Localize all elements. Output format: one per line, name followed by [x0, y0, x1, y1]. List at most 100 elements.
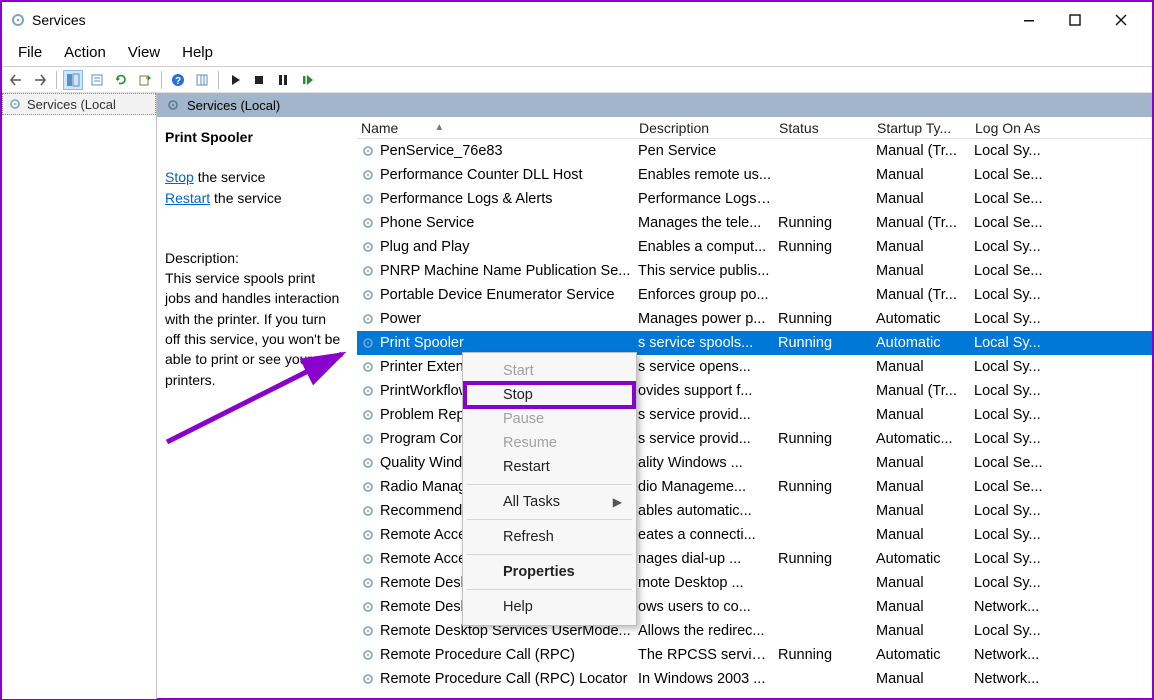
ctx-all-tasks[interactable]: All Tasks▶	[465, 490, 634, 514]
maximize-button[interactable]	[1052, 4, 1098, 36]
service-description: Enables a comput...	[635, 239, 775, 255]
service-log-on-as: Local Sy...	[971, 527, 1061, 543]
menu-view[interactable]: View	[118, 41, 170, 64]
service-name: PNRP Machine Name Publication Se...	[380, 263, 630, 279]
description-text: This service spools print jobs and handl…	[165, 268, 343, 390]
columns-button[interactable]	[192, 70, 212, 90]
menu-help[interactable]: Help	[172, 41, 223, 64]
service-log-on-as: Local Se...	[971, 455, 1061, 471]
service-name: Radio Manage	[380, 479, 474, 495]
ctx-restart[interactable]: Restart	[465, 455, 634, 479]
service-row[interactable]: PowerManages power p...RunningAutomaticL…	[357, 307, 1152, 331]
minimize-button[interactable]	[1006, 4, 1052, 36]
service-name: Recommende	[380, 503, 470, 519]
service-name: Remote Procedure Call (RPC)	[380, 647, 575, 663]
service-log-on-as: Local Sy...	[971, 431, 1061, 447]
help-button[interactable]: ?	[168, 70, 188, 90]
context-menu: Start Stop Pause Resume Restart All Task…	[462, 352, 637, 626]
stop-service-button[interactable]	[249, 70, 269, 90]
gear-icon	[360, 431, 376, 447]
service-startup-type: Manual	[873, 191, 971, 207]
col-description[interactable]: Description	[635, 117, 775, 138]
service-row[interactable]: Performance Logs & AlertsPerformance Log…	[357, 187, 1152, 211]
refresh-button[interactable]	[111, 70, 131, 90]
back-button[interactable]	[6, 70, 26, 90]
titlebar: Services	[2, 2, 1152, 38]
ctx-help[interactable]: Help	[465, 595, 634, 619]
service-log-on-as: Local Se...	[971, 215, 1061, 231]
menu-action[interactable]: Action	[54, 41, 116, 64]
service-name: Performance Counter DLL Host	[380, 167, 583, 183]
service-log-on-as: Local Sy...	[971, 287, 1061, 303]
forward-button[interactable]	[30, 70, 50, 90]
service-startup-type: Manual	[873, 455, 971, 471]
service-name: Phone Service	[380, 215, 474, 231]
service-description: ality Windows ...	[635, 455, 775, 471]
service-row[interactable]: PenService_76e83Pen ServiceManual (Tr...…	[357, 139, 1152, 163]
gear-icon	[360, 407, 376, 423]
service-status: Running	[775, 431, 873, 447]
close-button[interactable]	[1098, 4, 1144, 36]
service-description: In Windows 2003 ...	[635, 671, 775, 687]
service-startup-type: Manual	[873, 359, 971, 375]
service-row[interactable]: Remote Procedure Call (RPC) LocatorIn Wi…	[357, 667, 1152, 691]
service-status: Running	[775, 647, 873, 663]
gear-icon	[360, 287, 376, 303]
show-hide-tree-button[interactable]	[63, 70, 83, 90]
gear-icon	[360, 455, 376, 471]
service-startup-type: Manual	[873, 671, 971, 687]
service-description: nages dial-up ...	[635, 551, 775, 567]
ctx-refresh[interactable]: Refresh	[465, 525, 634, 549]
gear-icon	[360, 551, 376, 567]
service-description: Enforces group po...	[635, 287, 775, 303]
service-startup-type: Manual	[873, 503, 971, 519]
stop-service-link[interactable]: Stop	[165, 169, 194, 185]
service-description: s service spools...	[635, 335, 775, 351]
service-row[interactable]: Portable Device Enumerator ServiceEnforc…	[357, 283, 1152, 307]
service-name: Program Com	[380, 431, 470, 447]
service-status: Running	[775, 239, 873, 255]
ctx-start: Start	[465, 359, 634, 383]
service-log-on-as: Local Sy...	[971, 311, 1061, 327]
service-startup-type: Manual	[873, 527, 971, 543]
service-log-on-as: Local Sy...	[971, 239, 1061, 255]
col-name[interactable]: Name▲	[357, 117, 635, 138]
service-description: ows users to co...	[635, 599, 775, 615]
service-startup-type: Manual	[873, 599, 971, 615]
service-status: Running	[775, 551, 873, 567]
service-log-on-as: Local Sy...	[971, 551, 1061, 567]
export-button[interactable]	[135, 70, 155, 90]
properties-button[interactable]	[87, 70, 107, 90]
restart-service-button[interactable]	[297, 70, 317, 90]
col-startup-type[interactable]: Startup Ty...	[873, 117, 971, 138]
gear-icon	[360, 383, 376, 399]
menu-file[interactable]: File	[8, 41, 52, 64]
start-service-button[interactable]	[225, 70, 245, 90]
service-name: Problem Repo	[380, 407, 473, 423]
service-row[interactable]: Plug and PlayEnables a comput...RunningM…	[357, 235, 1152, 259]
ctx-properties[interactable]: Properties	[465, 560, 634, 584]
service-startup-type: Manual	[873, 167, 971, 183]
gear-icon	[360, 239, 376, 255]
col-log-on-as[interactable]: Log On As	[971, 117, 1061, 138]
service-description: Pen Service	[635, 143, 775, 159]
service-row[interactable]: Remote Procedure Call (RPC)The RPCSS ser…	[357, 643, 1152, 667]
service-name: Power	[380, 311, 421, 327]
service-description: dio Manageme...	[635, 479, 775, 495]
gear-icon	[360, 335, 376, 351]
gear-icon	[360, 215, 376, 231]
col-status[interactable]: Status	[775, 117, 873, 138]
service-description: eates a connecti...	[635, 527, 775, 543]
service-name: Remote Acces	[380, 527, 474, 543]
gear-icon	[360, 191, 376, 207]
restart-service-link[interactable]: Restart	[165, 190, 210, 206]
service-row[interactable]: PNRP Machine Name Publication Se...This …	[357, 259, 1152, 283]
service-log-on-as: Local Sy...	[971, 335, 1061, 351]
pause-service-button[interactable]	[273, 70, 293, 90]
tree-services-local[interactable]: Services (Local	[2, 93, 156, 115]
service-status: Running	[775, 215, 873, 231]
service-row[interactable]: Phone ServiceManages the tele...RunningM…	[357, 211, 1152, 235]
ctx-stop[interactable]: Stop	[465, 383, 634, 407]
service-startup-type: Manual	[873, 623, 971, 639]
service-row[interactable]: Performance Counter DLL HostEnables remo…	[357, 163, 1152, 187]
